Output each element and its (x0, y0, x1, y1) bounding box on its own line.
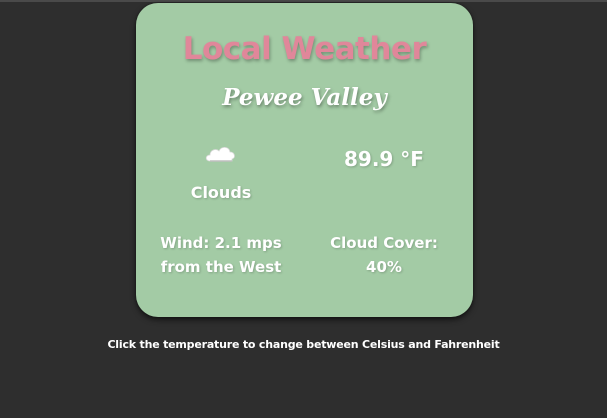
wind-direction: from the West (160, 258, 282, 276)
temperature-toggle[interactable]: 89.9 °F (324, 147, 444, 171)
wind-speed: Wind: 2.1 mps (160, 234, 282, 252)
cloud-cover-info: Cloud Cover: 40% (324, 231, 444, 279)
weather-card: Local Weather Pewee Valley Clouds 89.9 °… (136, 3, 473, 317)
top-strip (0, 0, 607, 2)
wind-info: Wind: 2.1 mps from the West (156, 231, 286, 279)
cloud-cover-value: 40% (366, 258, 402, 276)
page-title: Local Weather (182, 31, 427, 67)
cloud-cover-label: Cloud Cover: (330, 234, 438, 252)
location-name: Pewee Valley (222, 84, 387, 111)
cloud-icon (204, 144, 238, 164)
instruction-text: Click the temperature to change between … (107, 338, 500, 351)
weather-condition: Clouds (190, 183, 252, 202)
